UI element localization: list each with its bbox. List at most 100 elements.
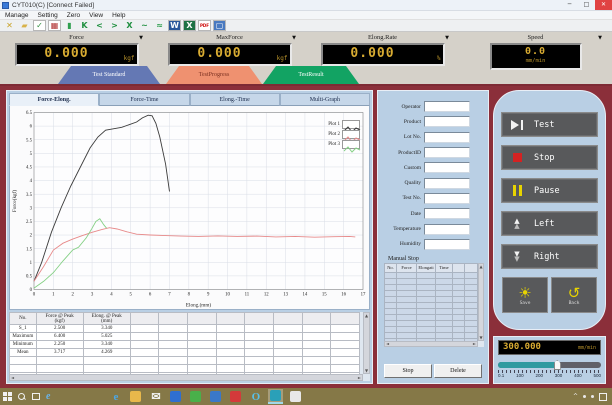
back-button[interactable]: ↺Back xyxy=(551,277,597,313)
manual-stop-stop-button[interactable]: Stop xyxy=(384,364,432,378)
sample-form: OperatorProductLot No.ProductIDCustomQua… xyxy=(378,99,488,252)
last-record-icon[interactable]: X xyxy=(123,20,136,31)
results-vertical-scrollbar[interactable]: ▲▼ xyxy=(363,312,370,374)
left-button[interactable]: ▲▲Left xyxy=(501,211,598,236)
test-no--field[interactable] xyxy=(424,193,470,204)
results-header: Force @ Peak(kgf) xyxy=(36,313,83,325)
chevron-down-icon[interactable]: ▼ xyxy=(292,35,296,41)
right-button[interactable]: ▼▼Right xyxy=(501,244,598,269)
maximize-button[interactable]: □ xyxy=(578,0,595,10)
quality-field[interactable] xyxy=(424,178,470,189)
edge-app-icon[interactable]: e xyxy=(108,389,123,404)
productid-field[interactable] xyxy=(424,147,470,158)
export-word-icon[interactable]: W xyxy=(168,20,181,31)
prev-record-icon[interactable]: < xyxy=(93,20,106,31)
results-horizontal-scrollbar[interactable]: ◄► xyxy=(9,374,363,381)
chart-tab-force-time[interactable]: Force-Time xyxy=(99,93,189,106)
temperature-field[interactable] xyxy=(424,224,470,235)
app-logo-icon xyxy=(2,2,9,9)
manual-stop-vertical-scrollbar[interactable]: ▲▼ xyxy=(478,263,484,341)
chart-tab-elong-time[interactable]: Elong.-Time xyxy=(190,93,280,106)
export-excel-icon[interactable]: X xyxy=(183,20,196,31)
form-label: Custom xyxy=(378,165,424,171)
first-record-icon[interactable]: K xyxy=(78,20,91,31)
app-icon-green[interactable] xyxy=(188,389,203,404)
cut-icon[interactable]: ✕ xyxy=(3,20,16,31)
lot-no--field[interactable] xyxy=(424,132,470,143)
tray-expand-icon[interactable]: ^ xyxy=(573,393,578,400)
mail-app-icon[interactable]: ✉ xyxy=(148,389,163,404)
return-icon: ↺ xyxy=(568,285,581,301)
tray-icon[interactable] xyxy=(591,395,594,398)
manual-stop-horizontal-scrollbar[interactable]: ◄► xyxy=(384,341,478,347)
custom-field[interactable] xyxy=(424,162,470,173)
menu-manage[interactable]: Manage xyxy=(5,12,29,19)
chart-tab-force-elong-[interactable]: Force-Elong. xyxy=(9,93,99,106)
minimize-button[interactable]: ─ xyxy=(561,0,578,10)
app-icon-light[interactable] xyxy=(288,389,303,404)
open-folder-icon[interactable]: ▰ xyxy=(18,20,31,31)
double-up-icon: ▲▲ xyxy=(502,219,532,229)
chart-tab-multi-graph[interactable]: Multi-Graph xyxy=(280,93,370,106)
app-icon-red[interactable] xyxy=(228,389,243,404)
delete-icon[interactable]: ▮ xyxy=(63,20,76,31)
chevron-down-icon[interactable]: ▼ xyxy=(445,35,449,41)
analyze-icon[interactable]: ≈ xyxy=(153,20,166,31)
results-header-empty xyxy=(302,313,331,325)
export-pdf-icon[interactable]: PDF xyxy=(198,20,211,31)
curve-icon[interactable]: ~ xyxy=(138,20,151,31)
menu-setting[interactable]: Setting xyxy=(38,12,58,19)
instrument-unit: kgf xyxy=(277,55,288,62)
taskbar-tray: ^ xyxy=(573,393,609,401)
instrument-value: 0.000 xyxy=(170,46,270,61)
app-icon-blue[interactable] xyxy=(168,389,183,404)
form-row: Lot No. xyxy=(378,130,488,145)
manual-stop-header: Elongati xyxy=(417,263,436,272)
stage-tab-test-standard[interactable]: Test Standard xyxy=(58,66,160,84)
results-row: S_12.5003.340 xyxy=(10,325,360,333)
explorer-app-icon[interactable] xyxy=(128,389,143,404)
stage-tab-testresult[interactable]: TestResult xyxy=(263,66,359,84)
menu-view[interactable]: View xyxy=(89,12,103,19)
operator-field[interactable] xyxy=(424,101,470,112)
save-check-icon[interactable]: ✓ xyxy=(33,20,46,31)
aux-button-label: Back xyxy=(569,301,580,306)
product-field[interactable] xyxy=(424,116,470,127)
test-button[interactable]: Test xyxy=(501,112,598,137)
save-button[interactable]: ☀Save xyxy=(502,277,548,313)
chevron-down-icon[interactable]: ▼ xyxy=(598,35,602,41)
form-label: Quality xyxy=(378,180,424,186)
manual-stop-delete-button[interactable]: Delete xyxy=(434,364,482,378)
instrument-force: Force▼0.000kgf xyxy=(0,32,153,68)
speed-setting-value: 300.000 xyxy=(503,342,541,352)
menu-help[interactable]: Help xyxy=(112,12,125,19)
start-button[interactable] xyxy=(3,392,12,401)
close-button[interactable]: ✕ xyxy=(595,0,612,10)
results-header-empty xyxy=(245,313,274,325)
chevron-down-icon[interactable]: ▼ xyxy=(139,35,143,41)
form-row: Quality xyxy=(378,175,488,190)
manual-stop-table: No.ForceElongatiTime xyxy=(384,263,478,345)
sun-icon: ☀ xyxy=(518,285,531,301)
active-app-icon[interactable] xyxy=(268,389,283,404)
stop-button[interactable]: Stop xyxy=(501,145,598,170)
app-icon-indigo[interactable] xyxy=(208,389,223,404)
pause-button[interactable]: Pause xyxy=(501,178,598,203)
humidity-field[interactable] xyxy=(424,239,470,250)
speed-setting-unit: mm/min xyxy=(578,345,596,351)
task-view-icon[interactable] xyxy=(32,393,40,400)
ie-icon[interactable]: e xyxy=(46,392,50,402)
menu-zero[interactable]: Zero xyxy=(67,12,80,19)
remote-display-icon[interactable]: ▢ xyxy=(213,20,226,31)
stage-tab-testprogress[interactable]: TestProgress xyxy=(166,66,262,84)
force-elong-chart: 0123456789101112131415161700.511.522.533… xyxy=(10,106,369,309)
search-icon[interactable] xyxy=(18,393,26,401)
action-center-icon[interactable] xyxy=(599,393,607,401)
tray-icon[interactable] xyxy=(583,395,586,398)
speed-slider[interactable] xyxy=(498,360,601,369)
app-icon-ring[interactable]: O xyxy=(248,389,263,404)
next-record-icon[interactable]: > xyxy=(108,20,121,31)
manual-stop-table-container: No.ForceElongatiTime ▲▼ ◄► xyxy=(384,263,484,347)
report-icon[interactable]: ▦ xyxy=(48,20,61,31)
date-field[interactable] xyxy=(424,208,470,219)
